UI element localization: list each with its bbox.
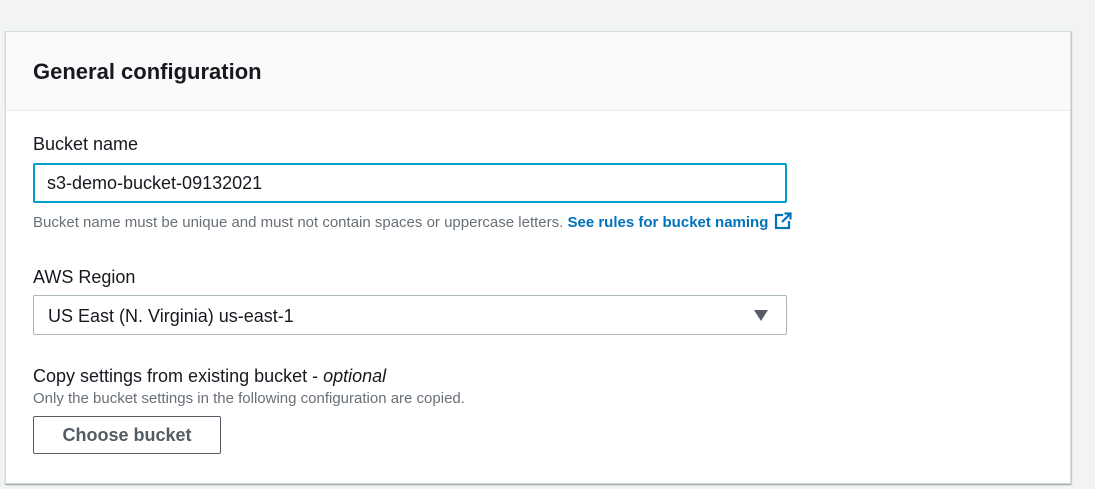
bucket-name-constraint: Bucket name must be unique and must not … xyxy=(33,212,792,233)
bucket-name-label: Bucket name xyxy=(33,134,139,154)
choose-bucket-button[interactable]: Choose bucket xyxy=(33,416,221,454)
copy-settings-description: Only the bucket settings in the followin… xyxy=(33,390,465,407)
panel-header: General configuration xyxy=(6,32,1070,111)
constraint-text: Bucket name must be unique and must not … xyxy=(33,214,564,231)
caret-down-icon xyxy=(754,310,768,321)
panel-title: General configuration xyxy=(33,59,262,84)
rules-link-label: See rules for bucket naming xyxy=(567,214,769,231)
aws-region-label: AWS Region xyxy=(33,267,136,287)
copy-settings-label: Copy settings from existing bucket - opt… xyxy=(33,365,386,387)
bucket-name-input[interactable] xyxy=(33,163,787,203)
optional-tag: optional xyxy=(323,366,387,386)
aws-region-selected-value: US East (N. Virginia) us-east-1 xyxy=(48,306,294,326)
general-configuration-panel: General configuration Bucket name Bucket… xyxy=(5,31,1071,484)
aws-region-select[interactable]: US East (N. Virginia) us-east-1 xyxy=(33,295,787,335)
external-link-icon xyxy=(775,212,792,230)
bucket-naming-rules-link[interactable]: See rules for bucket naming xyxy=(567,212,792,231)
copy-settings-label-text: Copy settings from existing bucket - xyxy=(33,366,324,386)
